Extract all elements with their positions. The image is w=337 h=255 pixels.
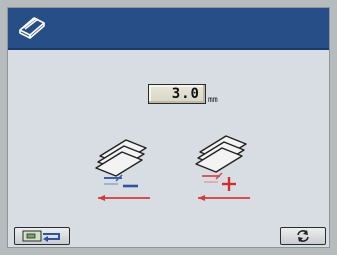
minus-sign xyxy=(104,174,138,188)
header-bar xyxy=(8,8,329,50)
left-arrow xyxy=(198,195,250,201)
plus-sign xyxy=(202,172,236,191)
back-button[interactable] xyxy=(14,227,70,245)
value-text: 3.0 xyxy=(171,86,200,102)
refresh-button[interactable] xyxy=(280,227,326,245)
decrease-option[interactable] xyxy=(86,126,156,204)
screen: 3.0 mm xyxy=(7,7,330,248)
increase-option[interactable] xyxy=(186,126,256,204)
left-arrow xyxy=(98,195,150,201)
value-display[interactable]: 3.0 xyxy=(148,84,206,104)
unit-label: mm xyxy=(208,95,218,104)
refresh-icon xyxy=(297,230,309,242)
return-arrow-icon xyxy=(22,230,60,242)
book-stack-icon xyxy=(19,17,45,39)
